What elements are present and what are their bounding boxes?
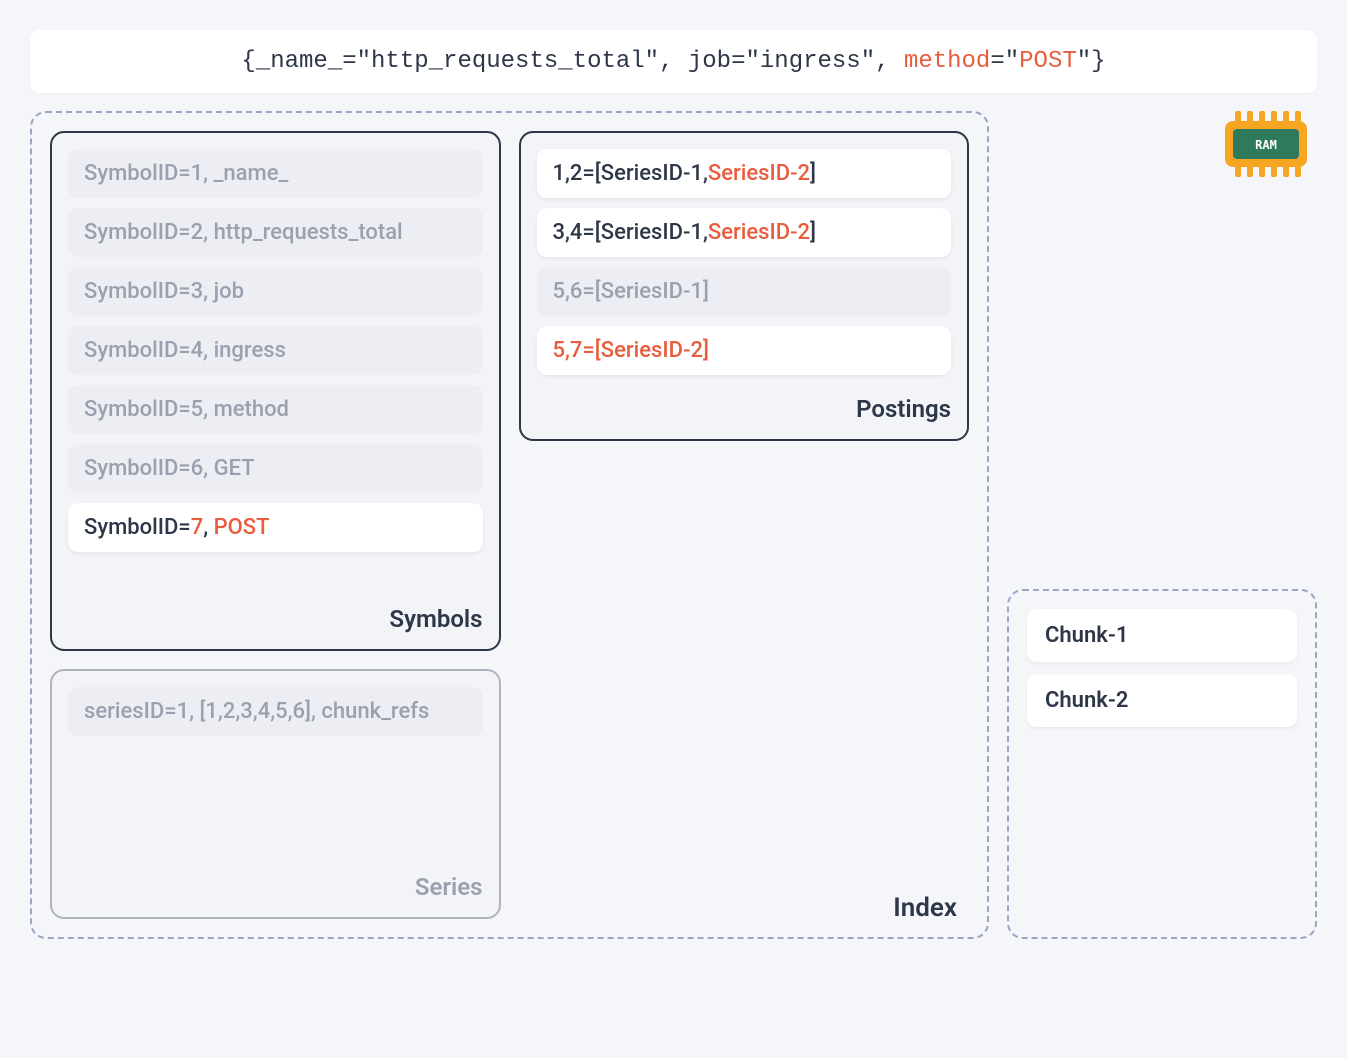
posting-item: 3,4=[SeriesID-1,SeriesID-2] <box>537 208 952 257</box>
query-token: {_name_="http_requests_total", job="ingr… <box>241 48 904 75</box>
symbol-item: SymbolID=5, method <box>68 385 483 434</box>
posting-item: 5,7=[SeriesID-2] <box>537 326 952 375</box>
series-panel: seriesID=1, [1,2,3,4,5,6], chunk_refs Se… <box>50 669 501 919</box>
series-label: Series <box>68 863 483 901</box>
ram-icon: RAM <box>1007 111 1317 181</box>
query-bar: {_name_="http_requests_total", job="ingr… <box>30 30 1317 93</box>
symbols-panel: SymbolID=1, _name_ SymbolID=2, http_reque… <box>50 131 501 651</box>
symbol-item: SymbolID=3, job <box>68 267 483 316</box>
postings-label: Postings <box>537 385 952 423</box>
symbol-item: SymbolID=7, POST <box>68 503 483 552</box>
posting-item: 1,2=[SeriesID-1,SeriesID-2] <box>537 149 952 198</box>
postings-panel: 1,2=[SeriesID-1,SeriesID-2] 3,4=[SeriesID… <box>519 131 970 441</box>
symbol-item: SymbolID=6, GET <box>68 444 483 493</box>
query-token: method <box>904 48 990 75</box>
series-item: seriesID=1, [1,2,3,4,5,6], chunk_refs <box>68 687 483 736</box>
index-label: Index <box>893 893 957 923</box>
symbols-label: Symbols <box>68 595 483 633</box>
symbol-item: SymbolID=2, http_requests_total <box>68 208 483 257</box>
chunks-container: Chunk-1 Chunk-2 <box>1007 589 1317 939</box>
chunk-item: Chunk-2 <box>1027 674 1297 727</box>
query-token: POST <box>1019 48 1077 75</box>
posting-item: 5,6=[SeriesID-1] <box>537 267 952 316</box>
svg-text:RAM: RAM <box>1255 138 1277 152</box>
symbol-item: SymbolID=1, _name_ <box>68 149 483 198</box>
symbol-item: SymbolID=4, ingress <box>68 326 483 375</box>
query-token: =" <box>990 48 1019 75</box>
index-container: SymbolID=1, _name_ SymbolID=2, http_reque… <box>30 111 989 939</box>
query-token: "} <box>1077 48 1106 75</box>
chunk-item: Chunk-1 <box>1027 609 1297 662</box>
